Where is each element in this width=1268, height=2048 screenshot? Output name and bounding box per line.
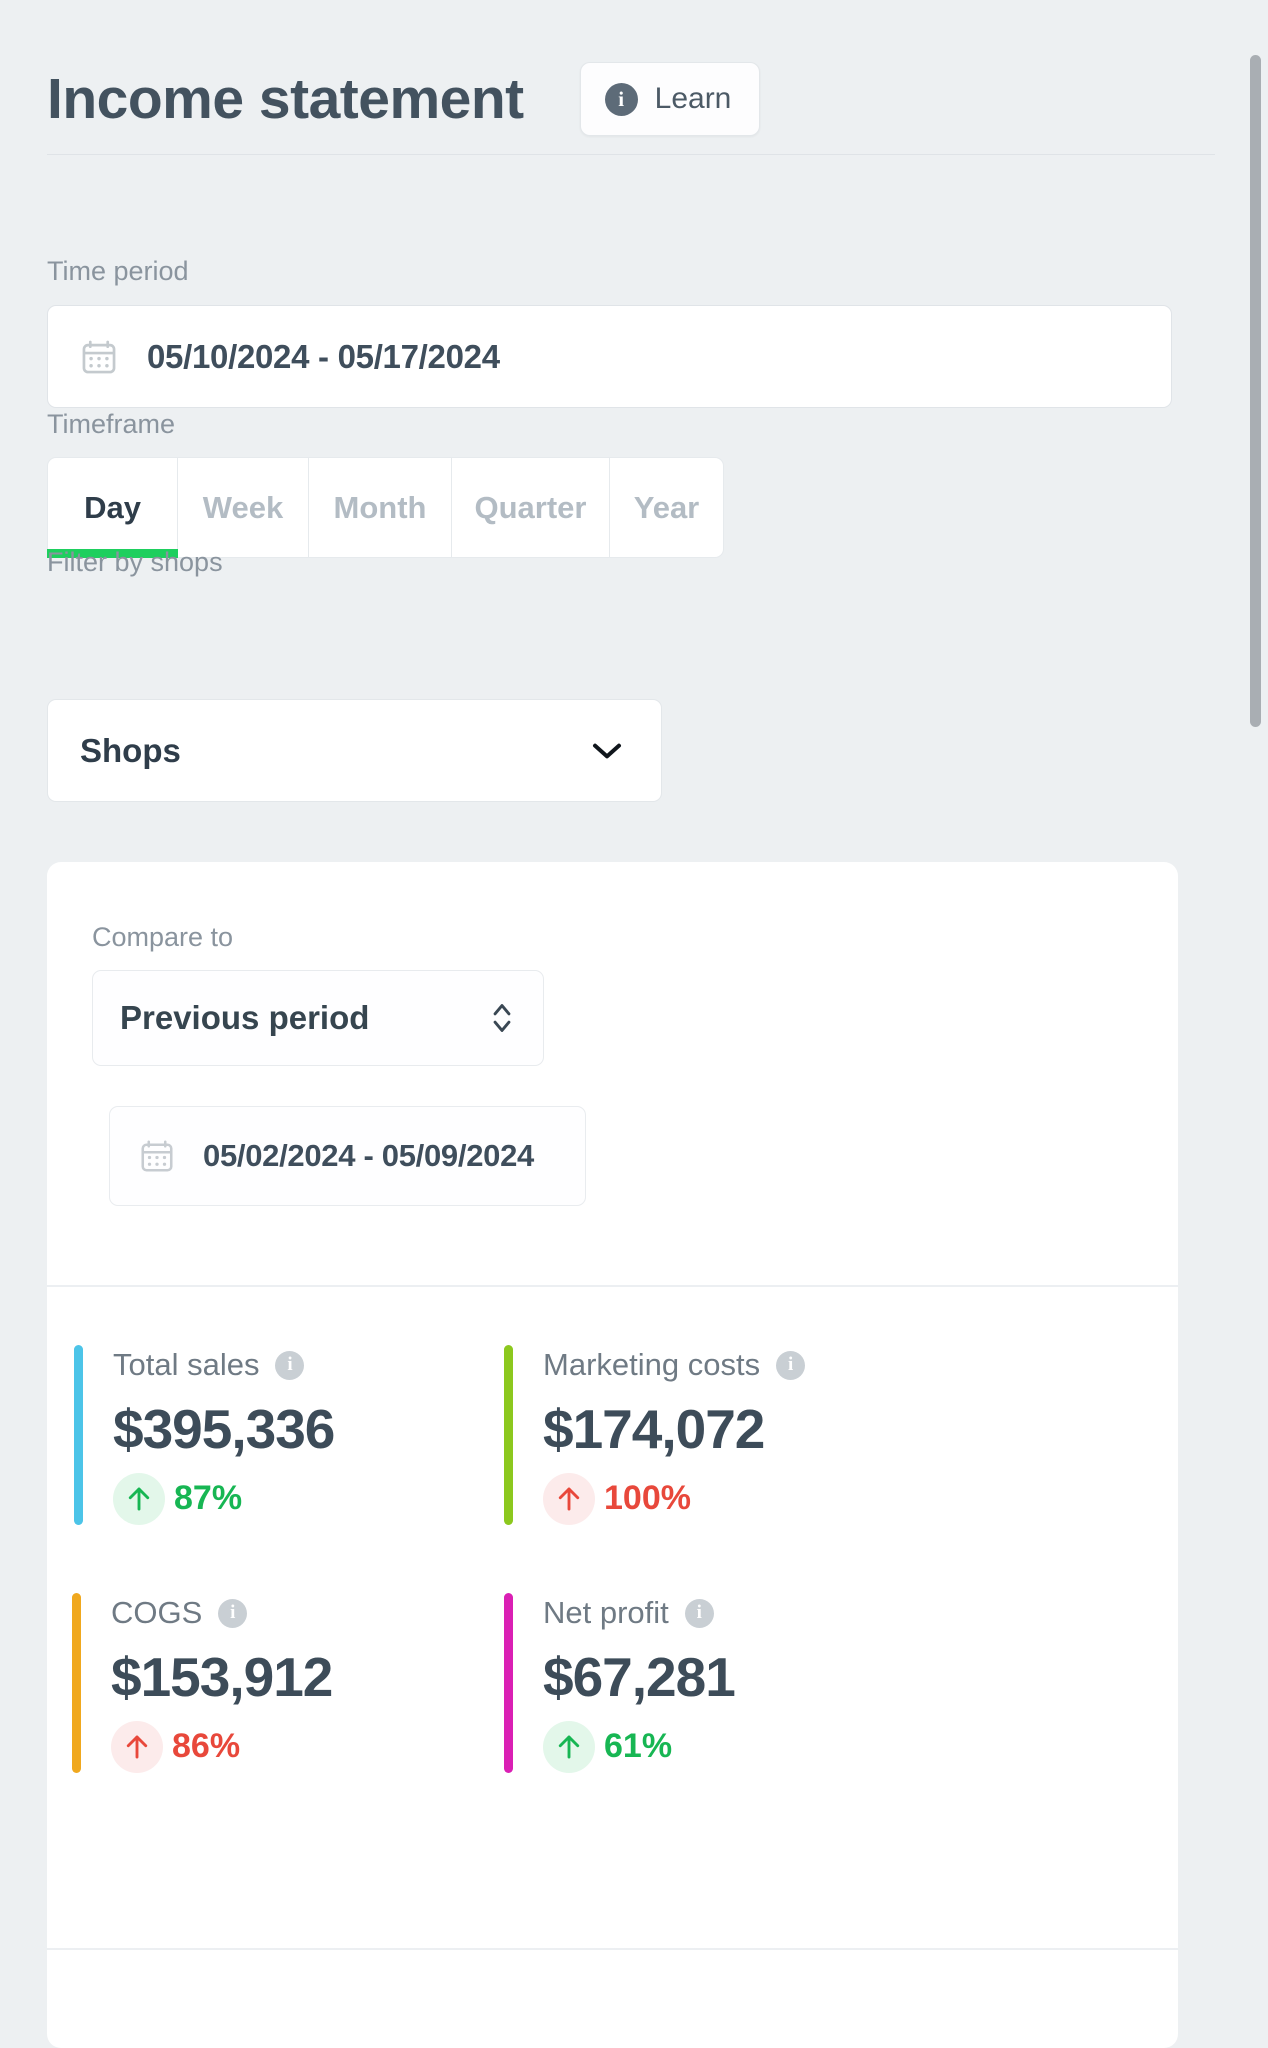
timeframe-label: Timeframe [47, 409, 176, 439]
calendar-icon [141, 1140, 173, 1172]
metric-card-net-profit: Net profit i $67,281 61% [504, 1593, 736, 1773]
metric-delta-value: 87% [174, 1479, 243, 1518]
comparison-panel: Compare to Previous period 05/02/2024 - … [47, 862, 1178, 2048]
metric-value: $153,912 [111, 1646, 333, 1708]
calendar-icon [82, 340, 116, 373]
compare-to-label: Compare to [92, 922, 234, 952]
compare-date-input[interactable]: 05/02/2024 - 05/09/2024 [109, 1106, 586, 1206]
accent-bar [504, 1593, 513, 1773]
chevron-down-icon [593, 743, 621, 758]
metric-title: Marketing costs [543, 1347, 761, 1382]
metric-delta-value: 86% [172, 1727, 241, 1766]
tab-year[interactable]: Year [610, 457, 724, 558]
metric-delta: 86% [111, 1720, 332, 1773]
metric-delta: 87% [113, 1472, 334, 1525]
compare-to-value: Previous period [120, 999, 370, 1036]
time-period-input[interactable]: 05/10/2024 - 05/17/2024 [47, 305, 1172, 408]
metric-value: $67,281 [543, 1646, 736, 1708]
scrollbar-thumb[interactable] [1250, 55, 1261, 727]
metric-card-marketing-costs: Marketing costs i $174,072 100% [504, 1345, 806, 1525]
time-period-value: 05/10/2024 - 05/17/2024 [147, 337, 500, 375]
compare-date-value: 05/02/2024 - 05/09/2024 [203, 1138, 534, 1173]
arrow-up-icon [543, 1472, 595, 1525]
arrow-up-icon [113, 1472, 165, 1525]
metric-value: $395,336 [113, 1398, 335, 1460]
shops-filter-value: Shops [80, 731, 181, 769]
header-divider [47, 154, 1215, 155]
shops-filter-label: Filter by shops [47, 547, 223, 577]
accent-bar [504, 1345, 513, 1525]
info-icon[interactable]: i [218, 1598, 248, 1628]
metric-title: Total sales [113, 1347, 260, 1382]
compare-to-select[interactable]: Previous period [92, 970, 544, 1066]
metric-title: Net profit [543, 1595, 669, 1630]
learn-button[interactable]: i Learn [579, 62, 761, 136]
chevron-up-down-icon [493, 1004, 511, 1032]
tab-quarter[interactable]: Quarter [452, 457, 610, 558]
metric-delta: 100% [543, 1472, 805, 1525]
time-period-label: Time period [47, 256, 189, 286]
info-icon: i [604, 82, 638, 116]
info-icon[interactable]: i [684, 1598, 714, 1628]
page-header: Income statement i Learn [47, 62, 761, 136]
timeframe-tabs: Day Week Month Quarter Year [47, 457, 724, 558]
info-icon[interactable]: i [275, 1350, 305, 1380]
metric-title: COGS [111, 1595, 203, 1630]
metric-delta: 61% [543, 1720, 735, 1773]
learn-button-label: Learn [654, 82, 732, 115]
metric-card-total-sales: Total sales i $395,336 87% [74, 1345, 335, 1525]
arrow-up-icon [543, 1720, 595, 1773]
tab-day[interactable]: Day [47, 457, 178, 558]
metric-card-cogs: COGS i $153,912 86% [72, 1593, 333, 1773]
accent-bar [72, 1593, 81, 1773]
tab-week[interactable]: Week [178, 457, 309, 558]
shops-filter-select[interactable]: Shops [47, 699, 662, 802]
metric-value: $174,072 [543, 1398, 765, 1460]
arrow-up-icon [111, 1720, 163, 1773]
tab-month[interactable]: Month [309, 457, 452, 558]
metric-cards: Total sales i $395,336 87% Marketing cos… [47, 1285, 1178, 1948]
income-statement-page: Income statement i Learn Time period 05/… [0, 0, 1268, 2048]
accent-bar [74, 1345, 83, 1525]
info-icon[interactable]: i [776, 1350, 806, 1380]
panel-divider-bottom [47, 1948, 1178, 1950]
metric-delta-value: 61% [604, 1727, 673, 1766]
page-title: Income statement [47, 66, 524, 131]
metric-delta-value: 100% [604, 1479, 691, 1518]
